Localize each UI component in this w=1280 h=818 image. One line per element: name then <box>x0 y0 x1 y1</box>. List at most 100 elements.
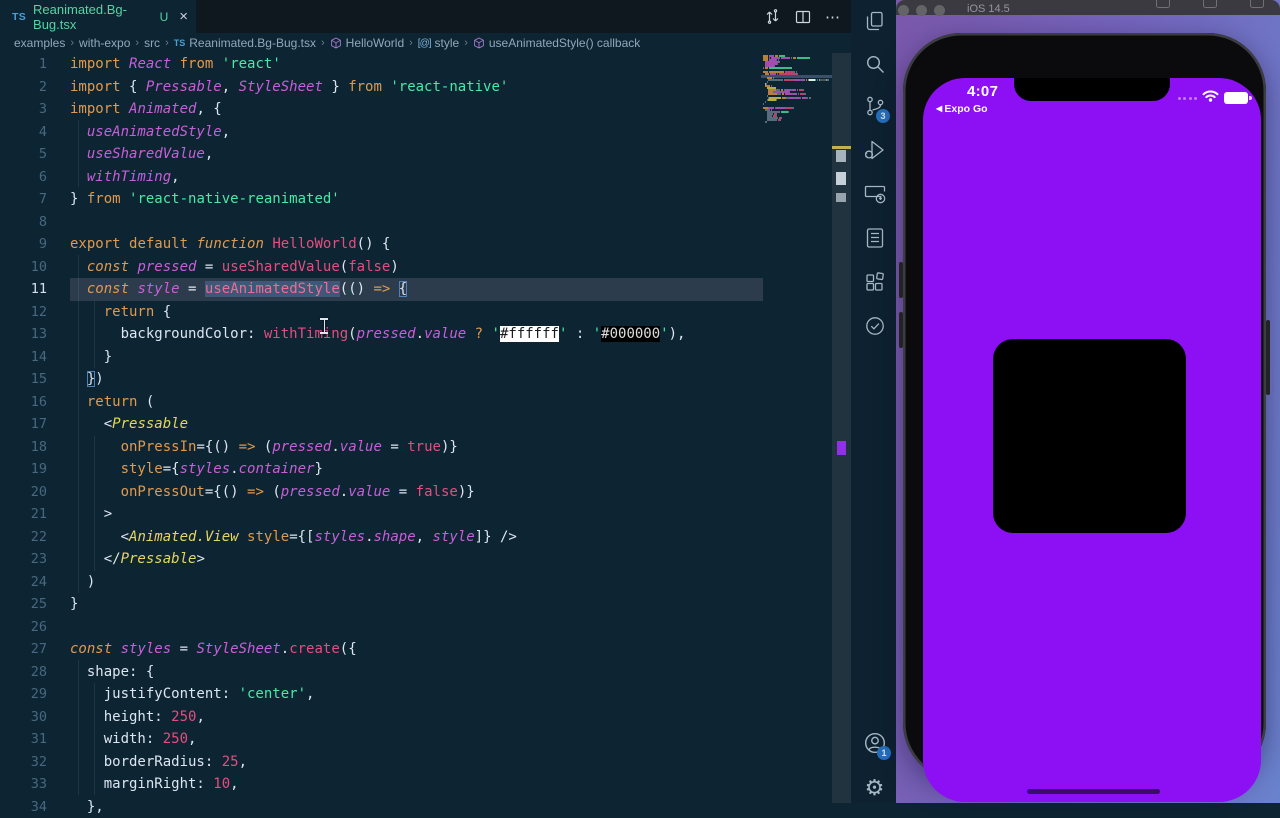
code-line-21[interactable]: 21 > <box>0 503 763 526</box>
code-editor[interactable]: 1import React from 'react'2import { Pres… <box>0 53 763 818</box>
simulator-toolbar-icon[interactable] <box>1250 0 1264 8</box>
code-line-14[interactable]: 14 } <box>0 346 763 369</box>
close-tab-icon[interactable]: × <box>179 9 188 24</box>
line-number: 16 <box>0 391 70 414</box>
phone-screen[interactable]: 4:07 ◀ Expo Go <box>923 78 1261 802</box>
line-number: 34 <box>0 796 70 818</box>
code-line-32[interactable]: 32 borderRadius: 25, <box>0 751 763 774</box>
scrollbar-overview-ruler[interactable] <box>832 53 851 803</box>
code-line-12[interactable]: 12 return { <box>0 301 763 324</box>
line-number: 7 <box>0 188 70 211</box>
breadcrumb-separator: › <box>70 37 74 49</box>
simulator-toolbar-icon[interactable] <box>1156 0 1170 8</box>
more-actions-icon[interactable]: ⋯ <box>825 8 840 26</box>
line-number: 18 <box>0 436 70 459</box>
overview-ruler-marker <box>836 150 846 162</box>
split-editor-icon[interactable] <box>795 9 811 25</box>
minimap-line <box>763 121 832 123</box>
code-line-13[interactable]: 13 backgroundColor: withTiming(pressed.v… <box>0 323 763 346</box>
code-line-2[interactable]: 2import { Pressable, StyleSheet } from '… <box>0 76 763 99</box>
code-line-15[interactable]: 15 }) <box>0 368 763 391</box>
line-number: 1 <box>0 53 70 76</box>
breadcrumb-item[interactable]: with-expo <box>79 36 130 50</box>
breadcrumb-item[interactable]: TSReanimated.Bg-Bug.tsx <box>174 36 316 50</box>
breadcrumb-item[interactable]: src <box>144 36 160 50</box>
code-line-20[interactable]: 20 onPressOut={() => (pressed.value = fa… <box>0 481 763 504</box>
line-number: 3 <box>0 98 70 121</box>
traffic-light-close-button[interactable] <box>898 5 909 16</box>
traffic-light-zoom-button[interactable] <box>934 5 945 16</box>
breadcrumb-item[interactable]: [@]style <box>418 36 459 50</box>
code-line-17[interactable]: 17 <Pressable <box>0 413 763 436</box>
breadcrumb-item[interactable]: HelloWorld <box>330 36 404 50</box>
traffic-light-minimize-button[interactable] <box>916 5 927 16</box>
search-icon[interactable] <box>851 52 898 76</box>
code-line-34[interactable]: 34 }, <box>0 796 763 818</box>
code-line-11[interactable]: 11 const style = useAnimatedStyle(() => … <box>0 278 763 301</box>
code-line-1[interactable]: 1import React from 'react' <box>0 53 763 76</box>
code-line-9[interactable]: 9export default function HelloWorld() { <box>0 233 763 256</box>
code-line-3[interactable]: 3import Animated, { <box>0 98 763 121</box>
breadcrumb-separator: › <box>464 37 468 49</box>
line-number: 33 <box>0 773 70 796</box>
code-line-16[interactable]: 16 return ( <box>0 391 763 414</box>
overview-ruler-marker <box>836 193 846 202</box>
home-indicator[interactable] <box>1027 789 1160 794</box>
code-line-24[interactable]: 24 ) <box>0 571 763 594</box>
testing-icon[interactable] <box>851 314 898 338</box>
breadcrumb-item[interactable]: useAnimatedStyle() callback <box>473 36 640 50</box>
status-bar-time: 4:07 <box>967 83 998 100</box>
line-number: 15 <box>0 368 70 391</box>
run-debug-icon[interactable] <box>851 138 898 162</box>
scm-pending-badge: 3 <box>876 109 890 123</box>
code-line-7[interactable]: 7} from 'react-native-reanimated' <box>0 188 763 211</box>
notebook-icon[interactable] <box>851 226 898 250</box>
power-button <box>1266 320 1270 395</box>
tab-reanimated-bg-bug[interactable]: TS Reanimated.Bg-Bug.tsx U × <box>0 0 196 33</box>
simulator-titlebar[interactable]: iOS 14.5 <box>896 0 1280 15</box>
extensions-icon[interactable] <box>851 270 898 294</box>
minimap[interactable] <box>763 55 832 195</box>
code-line-31[interactable]: 31 width: 250, <box>0 728 763 751</box>
volume-down-button <box>899 312 903 348</box>
status-bar-right <box>1178 89 1249 107</box>
line-number: 22 <box>0 526 70 549</box>
simulator-toolbar-icon[interactable] <box>1203 0 1217 8</box>
code-line-10[interactable]: 10 const pressed = useSharedValue(false) <box>0 256 763 279</box>
code-line-18[interactable]: 18 onPressIn={() => (pressed.value = tru… <box>0 436 763 459</box>
settings-gear-icon[interactable]: ⚙ <box>851 777 898 799</box>
breadcrumb-separator: › <box>321 37 325 49</box>
code-line-23[interactable]: 23 </Pressable> <box>0 548 763 571</box>
code-line-27[interactable]: 27const styles = StyleSheet.create({ <box>0 638 763 661</box>
line-number: 8 <box>0 211 70 234</box>
mouse-ibeam-cursor <box>320 318 329 334</box>
compare-changes-icon[interactable] <box>764 8 781 25</box>
remote-explorer-icon[interactable] <box>851 182 898 206</box>
code-line-26[interactable]: 26 <box>0 616 763 639</box>
code-line-29[interactable]: 29 justifyContent: 'center', <box>0 683 763 706</box>
source-control-icon[interactable]: 3 <box>851 94 898 118</box>
code-line-30[interactable]: 30 height: 250, <box>0 706 763 729</box>
code-line-33[interactable]: 33 marginRight: 10, <box>0 773 763 796</box>
code-line-28[interactable]: 28 shape: { <box>0 661 763 684</box>
accounts-icon[interactable]: 1 <box>851 730 898 756</box>
simulator-title: iOS 14.5 <box>967 3 1010 15</box>
line-number: 17 <box>0 413 70 436</box>
code-line-25[interactable]: 25} <box>0 593 763 616</box>
code-line-19[interactable]: 19 style={styles.container} <box>0 458 763 481</box>
tab-title: Reanimated.Bg-Bug.tsx <box>33 2 153 32</box>
breadcrumb: examples › with-expo › src › TSReanimated.Bg-B… <box>0 33 865 53</box>
code-line-6[interactable]: 6 withTiming, <box>0 166 763 189</box>
code-line-5[interactable]: 5 useSharedValue, <box>0 143 763 166</box>
breadcrumb-separator: › <box>135 37 139 49</box>
line-number: 4 <box>0 121 70 144</box>
code-line-4[interactable]: 4 useAnimatedStyle, <box>0 121 763 144</box>
code-line-8[interactable]: 8 <box>0 211 763 234</box>
line-number: 25 <box>0 593 70 616</box>
code-line-22[interactable]: 22 <Animated.View style={[styles.shape, … <box>0 526 763 549</box>
explorer-icon[interactable] <box>851 10 898 34</box>
line-number: 12 <box>0 301 70 324</box>
animated-shape[interactable] <box>993 339 1186 533</box>
back-to-expo-go[interactable]: ◀ Expo Go <box>936 103 988 115</box>
breadcrumb-item[interactable]: examples <box>14 36 65 50</box>
